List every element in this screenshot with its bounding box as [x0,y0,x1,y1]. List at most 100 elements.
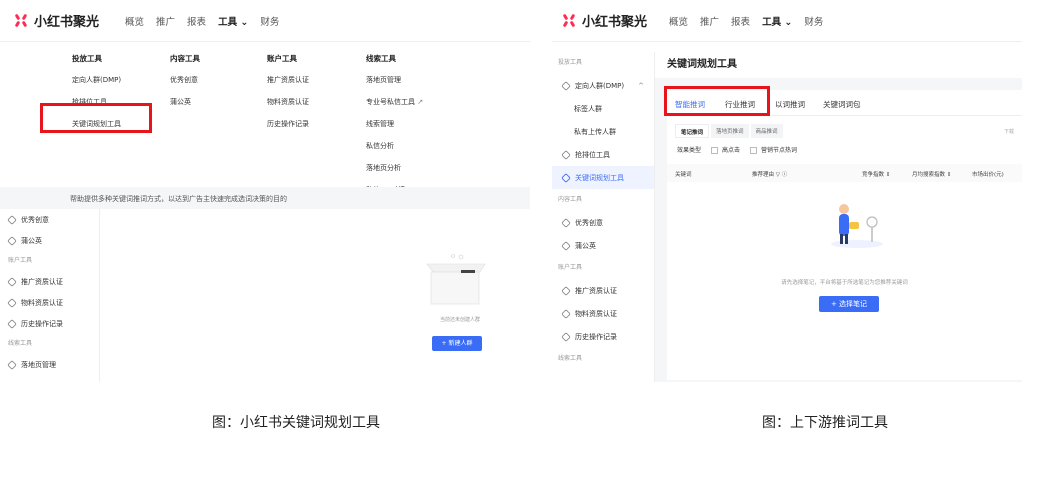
cube-icon [561,80,571,91]
sidebar-category: 内容工具 [558,196,583,203]
sidebar-item[interactable]: 优秀创意 [552,211,654,234]
sidebar-item[interactable]: 落地页管理 [0,354,99,375]
sidebar-item-label: 私有上传人群 [574,127,616,136]
col-monthly-search[interactable]: 月均搜索指数 ⇕ [912,170,951,178]
sidebar-item-label: 蒲公英 [575,241,596,250]
left-topbar: 小红书聚光 概览 推广 报表 工具 ⌄ 财务 [0,0,530,42]
left-logo[interactable]: 小红书聚光 [14,11,99,30]
nav-item[interactable]: 推广 [700,14,719,28]
brand-icon [562,13,576,28]
subtab-bar: 笔记推词 落地页推词 商品推词 [675,124,783,138]
sidebar-item-label: 推广资质认证 [21,277,63,286]
sidebar-item-label: 优秀创意 [21,215,49,224]
highlight-box [664,86,770,116]
cube-icon [7,297,17,308]
sidebar-item-label: 物料资质认证 [21,298,63,307]
sidebar-item-label: 定向人群(DMP) [575,81,625,90]
filter-option-label: 营销节点热词 [761,147,798,154]
sidebar-item[interactable]: 私有上传人群 [552,120,654,143]
cube-icon [7,235,17,246]
subtab-note[interactable]: 笔记推词 [675,124,710,138]
menu-item[interactable]: 私信分析 [366,142,423,150]
right-top-nav: 概览 推广 报表 工具 ⌄ 财务 [669,14,835,28]
left-sidebar: 优秀创意 蒲公英 账户工具 推广资质认证 物料资质认证 历史操作记录 线索工具 落地页管理 [0,209,100,382]
sidebar-item-label: 历史操作记录 [21,319,63,328]
col-competition[interactable]: 竞争指数 ⇕ [862,170,890,178]
nav-item[interactable]: 报表 [731,14,750,28]
sidebar-item[interactable]: 推广资质认证 [552,279,654,302]
col-market-bid: 市场出价(元) [972,172,1004,178]
brand-icon [14,13,28,28]
sidebar-item-label: 物料资质认证 [575,309,617,318]
nav-item[interactable]: 工具 ⌄ [218,14,248,28]
menu-item[interactable]: 优秀创意 [170,76,200,84]
download-button[interactable]: 下载 [1004,128,1014,135]
logo-text: 小红书聚光 [34,15,100,30]
nav-item[interactable]: 财务 [260,14,279,28]
right-logo[interactable]: 小红书聚光 [562,11,647,30]
menu-column: 线索工具落地页管理专业号私信工具线索管理私信分析落地页分析私信API对接 [366,55,423,209]
filter-hot-words[interactable]: 营销节点热词 [750,145,797,154]
menu-item[interactable]: 定向人群(DMP) [72,76,121,84]
subtab-goods[interactable]: 商品推词 [750,124,783,138]
menu-item[interactable]: 推广资质认证 [267,76,309,84]
right-sidebar: 投放工具定向人群(DMP) ^ 标签人群私有上传人群抢排位工具 关键词规划工具内容工具… [552,52,655,382]
sidebar-item[interactable]: 定向人群(DMP) ^ [552,74,654,97]
menu-item[interactable]: 线索管理 [366,120,423,128]
tab-word-to-word[interactable]: 以词推词 [775,99,805,110]
cube-icon [7,359,17,370]
menu-item[interactable]: 落地页分析 [366,164,423,172]
effect-filters: 效果类型 高点击 营销节点热词 [677,145,797,154]
menu-item[interactable]: 专业号私信工具 [366,98,423,106]
subtab-landing[interactable]: 落地页推词 [711,124,749,138]
tool-description: 帮助提供多种关键词推词方式，以达到广告主快速完成选词决策的目的 [0,187,530,209]
page-title: 关键词规划工具 [655,42,1022,78]
menu-column-header: 账户工具 [267,54,297,63]
cube-icon [561,308,571,319]
cube-icon [561,285,571,296]
col-reason[interactable]: 推荐理由 ▽ ⓘ [752,170,787,178]
nav-item[interactable]: 概览 [669,14,688,28]
sidebar-item-label: 优秀创意 [575,218,603,227]
left-screenshot: 小红书聚光 概览 推广 报表 工具 ⌄ 财务 投放工具 定向人群(DMP) 抢排位工具 关键词… [0,0,530,382]
select-note-button[interactable]: + 选择笔记 [819,296,879,312]
menu-column-header: 线索工具 [366,54,396,63]
sidebar-item-label: 历史操作记录 [575,332,617,341]
sidebar-category: 投放工具 [558,59,583,66]
col-keyword: 关键词 [675,172,692,178]
sidebar-item[interactable]: 标签人群 [552,97,654,120]
cube-icon [561,172,571,183]
tool-card: 智能推词 行业推词 以词推词 关键词词包 笔记推词 落地页推词 商品推词 下载 … [667,90,1022,380]
sidebar-item[interactable]: 蒲公英 [0,230,99,251]
menu-item[interactable]: 落地页管理 [366,76,423,84]
sidebar-item-label: 落地页管理 [21,360,56,369]
sidebar-item[interactable]: 物料资质认证 [0,292,99,313]
sidebar-item[interactable]: 推广资质认证 [0,271,99,292]
nav-item[interactable]: 财务 [804,14,823,28]
menu-item[interactable]: 蒲公英 [170,98,200,106]
sidebar-item[interactable]: 抢排位工具 [552,143,654,166]
sidebar-item[interactable]: 历史操作记录 [552,325,654,348]
sidebar-item[interactable]: 关键词规划工具 [552,166,654,189]
sidebar-category: 账户工具 [8,257,33,264]
cube-icon [7,318,17,329]
nav-item[interactable]: 报表 [187,14,206,28]
cube-icon [561,149,571,160]
nav-item[interactable]: 工具 ⌄ [762,14,792,28]
menu-item[interactable]: 历史操作记录 [267,120,309,128]
filter-label: 效果类型 [677,147,702,154]
menu-column: 账户工具推广资质认证 物料资质认证 历史操作记录 [267,55,309,143]
nav-item[interactable]: 概览 [125,14,144,28]
sidebar-item[interactable]: 历史操作记录 [0,313,99,334]
sidebar-item[interactable]: 优秀创意 [0,209,99,230]
filter-high-click[interactable]: 高点击 [711,145,740,154]
empty-state-text: 当前还未创建人群 [439,317,480,323]
menu-item[interactable]: 物料资质认证 [267,98,309,106]
new-audience-button[interactable]: + 新建人群 [432,336,482,351]
sidebar-item-label: 蒲公英 [21,236,42,245]
sidebar-item[interactable]: 蒲公英 [552,234,654,257]
menu-column-header: 内容工具 [170,54,200,63]
tab-keyword-pack[interactable]: 关键词词包 [823,99,861,110]
nav-item[interactable]: 推广 [156,14,175,28]
sidebar-item[interactable]: 物料资质认证 [552,302,654,325]
